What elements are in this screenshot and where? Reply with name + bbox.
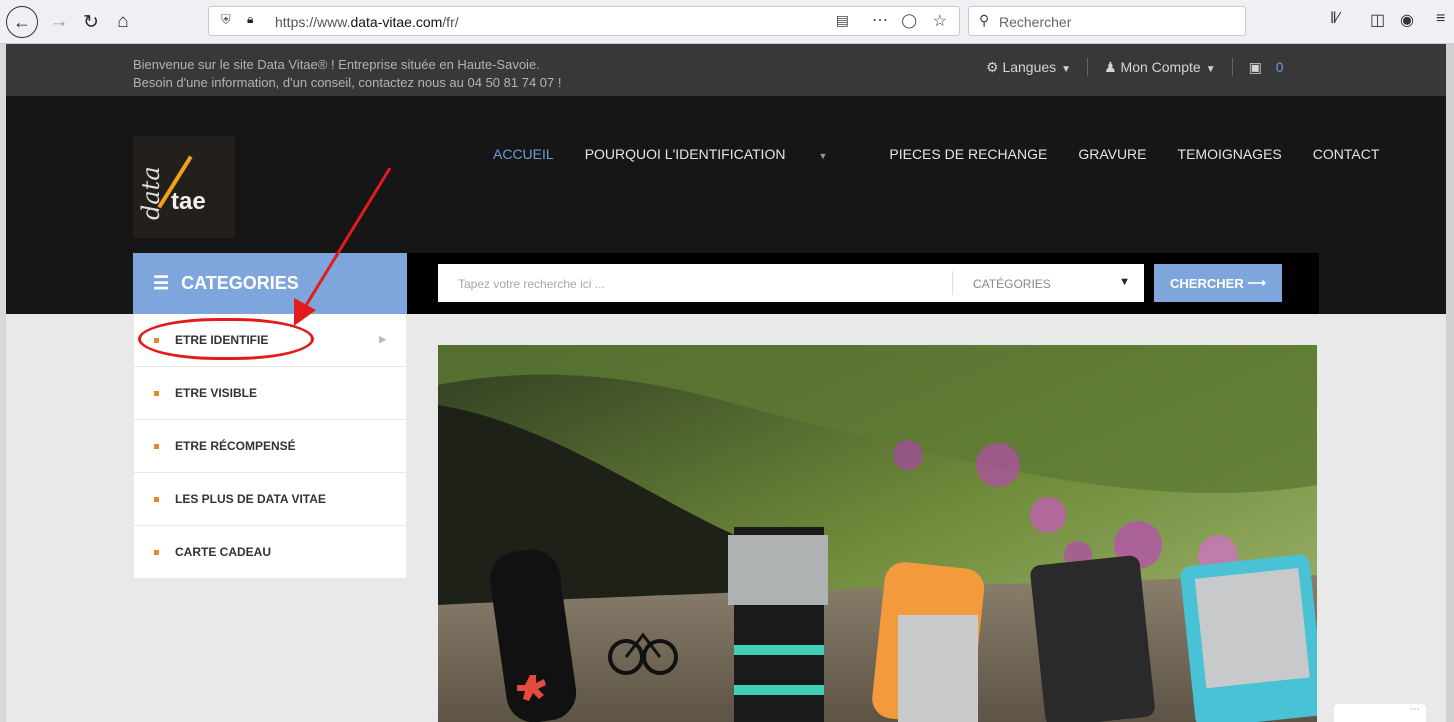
languages-label: Langues [1002,58,1057,75]
pocket-icon[interactable]: ◯ [901,12,917,29]
sidebar-icon[interactable]: ◫ [1370,10,1385,30]
divider [952,271,953,295]
account-label: Mon Compte [1120,58,1201,75]
menu-icon[interactable]: ≡ [1436,10,1445,28]
chat-widget-tab[interactable]: ⋯ [1334,704,1426,722]
category-etre-recompense[interactable]: ETRE RÉCOMPENSÉ [134,420,406,473]
hamburger-icon: ☰ [153,273,170,293]
reload-icon[interactable]: ↻ [76,7,106,37]
user-icon: ♟ [1104,58,1117,75]
chevron-down-icon: ▼ [1205,63,1216,75]
category-etre-visible[interactable]: ETRE VISIBLE [134,367,406,420]
url-text[interactable]: https://www.data-vitae.com/fr/ [275,14,459,30]
nav-gravure[interactable]: GRAVURE [1078,146,1146,162]
nav-pieces-de-rechange[interactable]: PIECES DE RECHANGE [889,146,1047,162]
star-icon[interactable]: ☆ [933,11,947,31]
category-label: CARTE CADEAU [175,545,271,559]
category-les-plus[interactable]: LES PLUS DE DATA VITAE [134,473,406,526]
category-carte-cadeau[interactable]: CARTE CADEAU [134,526,406,579]
chevron-right-icon[interactable]: ▶ [379,334,386,345]
hero-photo [438,345,1317,722]
reader-view-icon[interactable]: ▤ [836,12,849,29]
shopping-bag-icon: ▣ [1248,58,1262,75]
stripe [734,645,824,655]
category-label: ETRE VISIBLE [175,386,258,400]
category-select[interactable]: CATÉGORIES [973,277,1051,291]
nav-contact[interactable]: CONTACT [1313,146,1380,162]
chevron-down-icon: ▼ [818,151,828,161]
nav-pourquoi-label: POURQUOI L'IDENTIFICATION [584,146,786,162]
steel-plate [1194,567,1310,689]
steel-plate [728,535,828,605]
nav-accueil[interactable]: ACCUEIL [493,146,554,162]
bullet [154,390,159,396]
gear-icon: ⚙ [986,58,999,75]
logo-text-tae: tae [171,188,206,215]
category-label: LES PLUS DE DATA VITAE [175,492,326,506]
search-button[interactable]: CHERCHER ⟶ [1154,264,1282,302]
logo-text-data: data [137,166,165,220]
account-dropdown[interactable]: ♟ Mon Compte ▼ [1104,59,1216,76]
welcome-line-1: Bienvenue sur le site Data Vitae® ! Entr… [133,57,540,72]
chevron-down-icon: ▼ [1061,63,1072,75]
divider [1231,58,1233,76]
back-arrow-icon[interactable]: ← [6,6,38,38]
site-search-input[interactable]: Tapez votre recherche ici ... CATÉGORIES… [438,264,1144,302]
scrollbar-track[interactable] [1446,44,1454,722]
site-top-bar: Bienvenue sur le site Data Vitae® ! Entr… [6,44,1446,96]
divider [1087,58,1089,76]
welcome-line-2: Besoin d'une information, d'un conseil, … [133,75,562,90]
chevron-down-icon[interactable]: ▼ [1119,276,1130,288]
main-nav: ACCUEIL POURQUOI L'IDENTIFICATION ▼ PIECE… [493,146,1410,162]
data-vitae-logo[interactable]: data tae [133,136,235,238]
search-icon: ⚲ [979,12,990,28]
home-icon[interactable]: ⌂ [108,7,138,37]
url-bar[interactable]: ⛨ 🔒︎ https://www.data-vitae.com/fr/ ▤ ⋯ … [208,6,960,36]
cart-count: 0 [1275,58,1284,75]
shield-icon[interactable]: ⛨ [221,12,231,28]
stripe [734,685,824,695]
annotation-arrow [294,167,392,326]
bullet [154,443,159,449]
browser-toolbar: ← → ↻ ⌂ ⛨ 🔒︎ https://www.data-vitae.com/… [0,0,1454,44]
lock-icon[interactable]: 🔒︎ [247,12,253,27]
hero-image[interactable] [438,345,1317,722]
account-icon[interactable]: ◉ [1400,10,1414,30]
top-links: ⚙ Langues ▼ ♟ Mon Compte ▼ ▣ 0 [986,58,1284,76]
library-icon[interactable]: ‖⁄ [1330,10,1339,28]
bullet [154,549,159,555]
welcome-message: Bienvenue sur le site Data Vitae® ! Entr… [133,56,561,92]
search-placeholder: Tapez votre recherche ici ... [458,277,605,291]
black-band [1030,555,1155,722]
search-button-label: CHERCHER [1170,275,1244,291]
steel-plate [898,615,978,722]
arrow-right-icon: ⟶ [1247,275,1266,290]
browser-search-input[interactable]: ⚲ Rechercher [968,6,1246,36]
bullet [154,496,159,502]
forward-arrow-icon[interactable]: → [44,7,74,37]
nav-pourquoi-identification[interactable]: POURQUOI L'IDENTIFICATION ▼ [585,146,859,162]
nav-temoignages[interactable]: TEMOIGNAGES [1178,146,1282,162]
category-label: ETRE RÉCOMPENSÉ [175,439,296,453]
search-placeholder: Rechercher [999,14,1072,30]
more-icon[interactable]: ⋯ [872,10,889,30]
cart-link[interactable]: ▣ 0 [1249,59,1284,76]
languages-dropdown[interactable]: ⚙ Langues ▼ [986,59,1071,76]
